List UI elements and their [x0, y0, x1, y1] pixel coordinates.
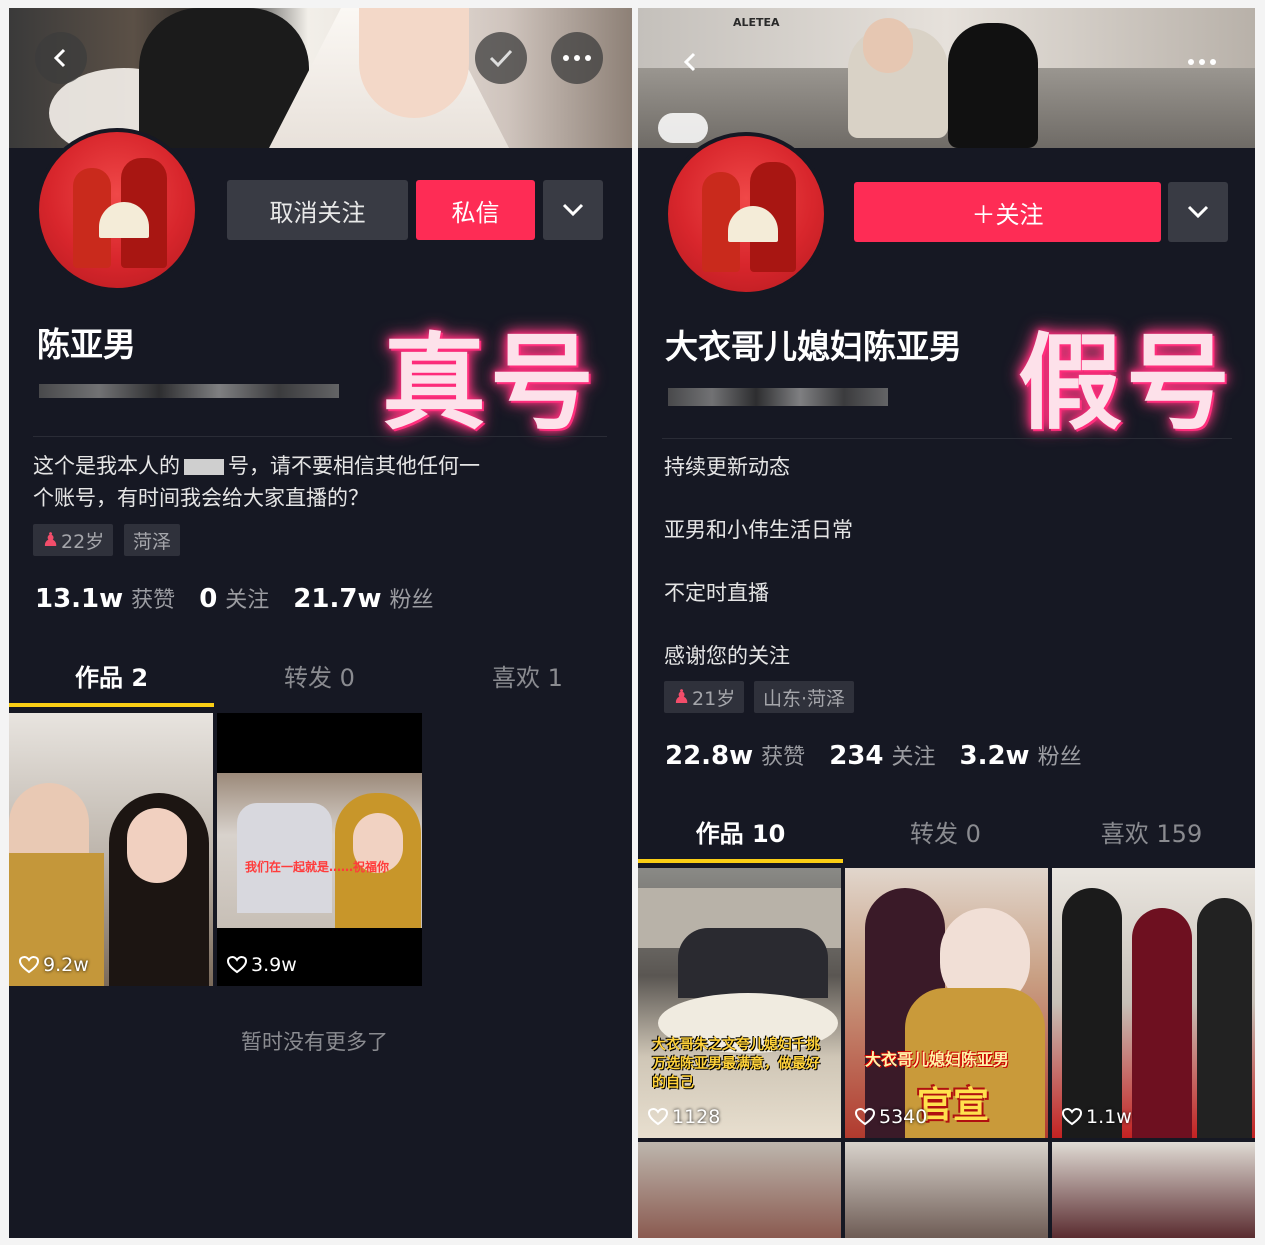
follow-button[interactable]: ＋关注: [854, 182, 1161, 242]
profile-name: 陈亚男: [37, 325, 136, 364]
tab-works[interactable]: 作品 10: [638, 814, 843, 849]
stats-row: 13.1w 获赞 0 关注 21.7w 粉丝: [35, 584, 434, 614]
back-button[interactable]: [35, 32, 87, 84]
age-tag: ♟ 22岁: [33, 524, 114, 556]
heart-icon: [1062, 1108, 1082, 1126]
back-icon: [683, 52, 696, 72]
video-thumb[interactable]: 我们在一起就是……祝福你 3.9w: [217, 713, 422, 986]
avatar[interactable]: [35, 128, 199, 292]
video-thumb[interactable]: 大衣哥儿媳妇陈亚男 官宣 5340: [845, 868, 1048, 1138]
divider: [33, 436, 607, 437]
tab-underline: [638, 859, 843, 863]
heart-icon: [227, 956, 247, 974]
unfollow-button[interactable]: 取消关注: [227, 180, 408, 240]
more-icon: [563, 55, 591, 61]
profile-banner: [9, 8, 632, 148]
video-likes: 1128: [648, 1106, 720, 1128]
bio-line-2: 个账号，有时间我会给大家直播的？: [33, 486, 369, 510]
expand-button[interactable]: [543, 180, 603, 240]
female-icon: ♟: [42, 529, 60, 551]
verified-button[interactable]: [475, 32, 527, 84]
video-thumb[interactable]: [845, 1142, 1048, 1238]
fake-account-stamp: 假号: [1018, 322, 1235, 444]
real-account-panel: 取消关注 私信 陈亚男 真号 这个是我本人的 号，请不要相信其他任何一 个账号，有…: [9, 8, 632, 1238]
video-thumb[interactable]: [1052, 1142, 1255, 1238]
blurred-id: [39, 384, 339, 398]
blurred-id: [668, 388, 888, 406]
divider: [662, 438, 1232, 439]
video-likes: 9.2w: [19, 954, 89, 976]
tab-reposts[interactable]: 转发 0: [217, 658, 422, 693]
more-icon: [1188, 59, 1216, 65]
fake-account-panel: ALETEA ＋关注 大衣哥儿媳妇陈亚男 假号 持续更新动态 亚男和小伟生活日常…: [638, 8, 1255, 1238]
chevron-down-icon: [1187, 205, 1209, 219]
profile-name: 大衣哥儿媳妇陈亚男: [665, 327, 962, 366]
video-likes: 1.1w: [1062, 1106, 1132, 1128]
bio-line: 亚男和小伟生活日常: [664, 518, 853, 542]
heart-icon: [19, 956, 39, 974]
video-thumb[interactable]: 1.1w: [1052, 868, 1255, 1138]
real-account-stamp: 真号: [382, 322, 599, 444]
bio-line-1: 这个是我本人的 号，请不要相信其他任何一: [33, 454, 480, 478]
video-thumb[interactable]: 9.2w: [9, 713, 213, 986]
message-button[interactable]: 私信: [416, 180, 535, 240]
video-thumb[interactable]: 大衣哥朱之文夸儿媳妇千挑万选陈亚男最满意，做最好的自己 1128: [638, 868, 841, 1138]
female-icon: ♟: [673, 686, 691, 708]
stats-row: 22.8w 获赞 234 关注 3.2w 粉丝: [665, 741, 1082, 771]
tab-underline: [9, 703, 214, 707]
bio-line: 感谢您的关注: [664, 644, 790, 668]
expand-button[interactable]: [1168, 182, 1228, 242]
location-tag: 菏泽: [124, 524, 181, 556]
profile-banner: ALETEA: [638, 8, 1255, 148]
video-caption: 我们在一起就是……祝福你: [245, 860, 390, 874]
location-tag: 山东·菏泽: [754, 681, 855, 713]
video-likes: 5340: [855, 1106, 927, 1128]
tab-liked[interactable]: 喜欢 1: [425, 658, 630, 693]
back-button[interactable]: [665, 36, 717, 88]
video-likes: 3.9w: [227, 954, 297, 976]
video-caption-big: 官宣: [917, 1085, 990, 1126]
video-thumb[interactable]: [638, 1142, 841, 1238]
video-caption: 大衣哥儿媳妇陈亚男: [865, 1050, 1010, 1069]
bio-line: 不定时直播: [664, 581, 769, 605]
bio-line: 持续更新动态: [664, 455, 790, 479]
tab-reposts[interactable]: 转发 0: [843, 814, 1048, 849]
video-caption: 大衣哥朱之文夸儿媳妇千挑万选陈亚男最满意，做最好的自己: [652, 1037, 820, 1091]
back-icon: [53, 48, 66, 68]
age-tag: ♟ 21岁: [664, 681, 745, 713]
more-button[interactable]: [1176, 36, 1228, 88]
chevron-down-icon: [562, 203, 584, 217]
no-more-text: 暂时没有更多了: [241, 1030, 388, 1054]
heart-icon: [855, 1108, 875, 1126]
heart-icon: [648, 1108, 668, 1126]
tab-works[interactable]: 作品 2: [9, 658, 214, 693]
banner-sign: ALETEA: [733, 16, 780, 29]
avatar[interactable]: [664, 132, 828, 296]
check-icon: [489, 49, 513, 68]
more-button[interactable]: [551, 32, 603, 84]
tab-liked[interactable]: 喜欢 159: [1048, 814, 1255, 849]
